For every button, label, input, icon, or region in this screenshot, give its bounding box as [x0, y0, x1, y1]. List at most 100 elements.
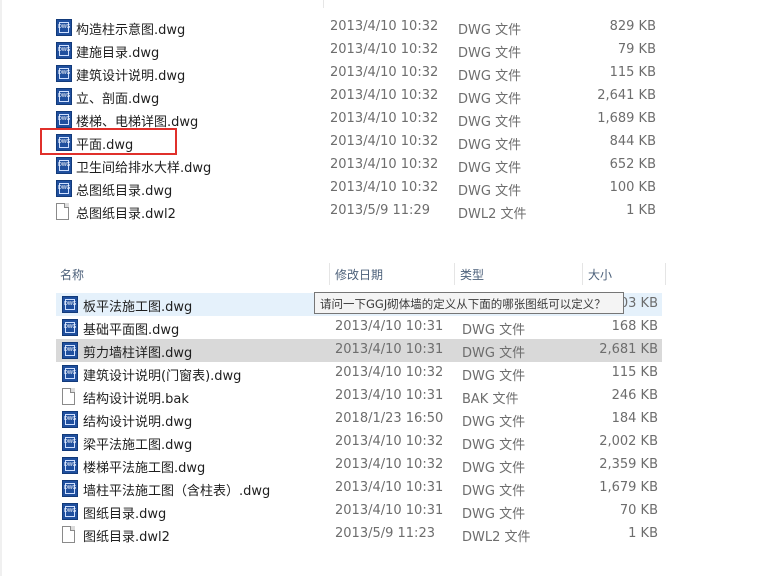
list-item[interactable]: 建筑设计说明.dwg 2013/4/10 10:32 DWG 文件 115 KB	[0, 62, 656, 85]
file-name: 图纸目录.dwl2	[83, 530, 170, 545]
dwg-file-icon	[62, 296, 78, 313]
file-type: DWG 文件	[458, 138, 522, 153]
file-name: 构造柱示意图.dwg	[76, 23, 186, 38]
file-size: 115 KB	[609, 65, 656, 80]
file-date: 2013/4/10 10:31	[335, 319, 444, 334]
column-header-name[interactable]: 名称	[60, 266, 84, 283]
file-size: 2,359 KB	[599, 457, 658, 472]
dwg-file-icon	[56, 88, 72, 105]
list-item[interactable]: 图纸目录.dwg 2013/4/10 10:31 DWG 文件 70 KB	[0, 500, 658, 523]
dwg-file-icon	[62, 480, 78, 497]
file-name: 基础平面图.dwg	[83, 323, 180, 338]
list-item[interactable]: 梁平法施工图.dwg 2013/4/10 10:32 DWG 文件 2,002 …	[0, 431, 658, 454]
file-type: DWG 文件	[462, 415, 526, 430]
dwg-file-icon	[62, 319, 78, 336]
file-size: 79 KB	[617, 42, 656, 57]
file-type: DWL2 文件	[462, 530, 531, 545]
file-date: 2013/4/10 10:32	[330, 180, 439, 195]
file-date: 2013/4/10 10:32	[330, 157, 439, 172]
dwg-file-icon	[62, 342, 78, 359]
file-type: DWG 文件	[462, 369, 526, 384]
file-name: 总图纸目录.dwg	[76, 184, 173, 199]
column-divider[interactable]	[329, 263, 330, 285]
file-type: BAK 文件	[462, 392, 519, 407]
dwg-file-icon	[62, 457, 78, 474]
list-item[interactable]: 基础平面图.dwg 2013/4/10 10:31 DWG 文件 168 KB	[0, 316, 658, 339]
list-item[interactable]: 剪力墙柱详图.dwg 2013/4/10 10:31 DWG 文件 2,681 …	[0, 339, 658, 362]
file-type: DWG 文件	[462, 484, 526, 499]
list-item[interactable]: 总图纸目录.dwg 2013/4/10 10:32 DWG 文件 100 KB	[0, 177, 656, 200]
list-item[interactable]: 结构设计说明.bak 2013/4/10 10:31 BAK 文件 246 KB	[0, 385, 658, 408]
column-divider[interactable]	[582, 263, 583, 285]
dwg-file-icon	[62, 434, 78, 451]
file-date: 2013/4/10 10:31	[335, 388, 444, 403]
file-size: 1,689 KB	[597, 111, 656, 126]
file-date: 2013/4/10 10:32	[335, 434, 444, 449]
list-item[interactable]: 立、剖面.dwg 2013/4/10 10:32 DWG 文件 2,641 KB	[0, 85, 656, 108]
dwg-file-icon	[56, 19, 72, 36]
blank-file-icon	[56, 203, 69, 220]
file-size: 1,679 KB	[599, 480, 658, 495]
list-item[interactable]: 建施目录.dwg 2013/4/10 10:32 DWG 文件 79 KB	[0, 39, 656, 62]
file-size: 1 KB	[628, 526, 658, 541]
file-date: 2013/4/10 10:31	[335, 480, 444, 495]
file-date: 2013/4/10 10:32	[330, 42, 439, 57]
dwg-file-icon	[62, 365, 78, 382]
column-header-type[interactable]: 类型	[460, 266, 484, 283]
file-size: 70 KB	[619, 503, 658, 518]
list-item[interactable]: 结构设计说明.dwg 2018/1/23 16:50 DWG 文件 184 KB	[0, 408, 658, 431]
file-date: 2013/4/10 10:32	[330, 111, 439, 126]
file-name: 结构设计说明.bak	[83, 392, 189, 407]
column-header-size[interactable]: 大小	[588, 266, 612, 283]
file-type: DWG 文件	[462, 346, 526, 361]
list-item[interactable]: 总图纸目录.dwl2 2013/5/9 11:29 DWL2 文件 1 KB	[0, 200, 656, 223]
file-name: 剪力墙柱详图.dwg	[83, 346, 193, 361]
file-size: 100 KB	[609, 180, 656, 195]
column-divider[interactable]	[454, 263, 455, 285]
blank-file-icon	[62, 388, 75, 405]
file-date: 2013/4/10 10:32	[330, 134, 439, 149]
file-name: 建施目录.dwg	[76, 46, 160, 61]
file-name: 建筑设计说明.dwg	[76, 69, 186, 84]
file-name: 板平法施工图.dwg	[83, 300, 193, 315]
file-date: 2013/4/10 10:32	[330, 88, 439, 103]
file-size: 1 KB	[626, 203, 656, 218]
file-date: 2013/4/10 10:31	[335, 342, 444, 357]
list-item[interactable]: 楼梯平法施工图.dwg 2013/4/10 10:32 DWG 文件 2,359…	[0, 454, 658, 477]
file-name: 立、剖面.dwg	[76, 92, 160, 107]
file-name: 建筑设计说明(门窗表).dwg	[83, 369, 242, 384]
dwg-file-icon	[56, 111, 72, 128]
column-divider[interactable]	[665, 263, 666, 285]
column-header-date[interactable]: 修改日期	[335, 266, 383, 283]
file-date: 2013/5/9 11:23	[335, 526, 435, 541]
file-name: 楼梯平法施工图.dwg	[83, 461, 206, 476]
file-type: DWG 文件	[458, 46, 522, 61]
list-item[interactable]: 建筑设计说明(门窗表).dwg 2013/4/10 10:32 DWG 文件 1…	[0, 362, 658, 385]
list-item[interactable]: 图纸目录.dwl2 2013/5/9 11:23 DWL2 文件 1 KB	[0, 523, 658, 546]
highlight-annotation-box	[40, 128, 177, 155]
dwg-file-icon	[56, 157, 72, 174]
file-type: DWG 文件	[458, 92, 522, 107]
file-size: 115 KB	[611, 365, 658, 380]
file-name: 总图纸目录.dwl2	[76, 207, 176, 222]
list-item[interactable]: 卫生间给排水大样.dwg 2013/4/10 10:32 DWG 文件 652 …	[0, 154, 656, 177]
file-size: 652 KB	[609, 157, 656, 172]
file-type: DWG 文件	[458, 161, 522, 176]
file-size: 246 KB	[611, 388, 658, 403]
file-name: 结构设计说明.dwg	[83, 415, 193, 430]
dwg-file-icon	[56, 180, 72, 197]
file-size: 844 KB	[609, 134, 656, 149]
column-divider	[323, 0, 324, 8]
dwg-file-icon	[62, 411, 78, 428]
list-item[interactable]: 构造柱示意图.dwg 2013/4/10 10:32 DWG 文件 829 KB	[0, 16, 656, 39]
file-date: 2013/4/10 10:31	[335, 503, 444, 518]
file-type: DWG 文件	[458, 69, 522, 84]
list-item[interactable]: 墙柱平法施工图（含柱表）.dwg 2013/4/10 10:31 DWG 文件 …	[0, 477, 658, 500]
dwg-file-icon	[56, 42, 72, 59]
file-type: DWG 文件	[462, 461, 526, 476]
file-type: DWG 文件	[462, 507, 526, 522]
file-type: DWG 文件	[462, 438, 526, 453]
file-size: 184 KB	[611, 411, 658, 426]
file-date: 2013/5/9 11:29	[330, 203, 430, 218]
blank-file-icon	[62, 526, 75, 543]
